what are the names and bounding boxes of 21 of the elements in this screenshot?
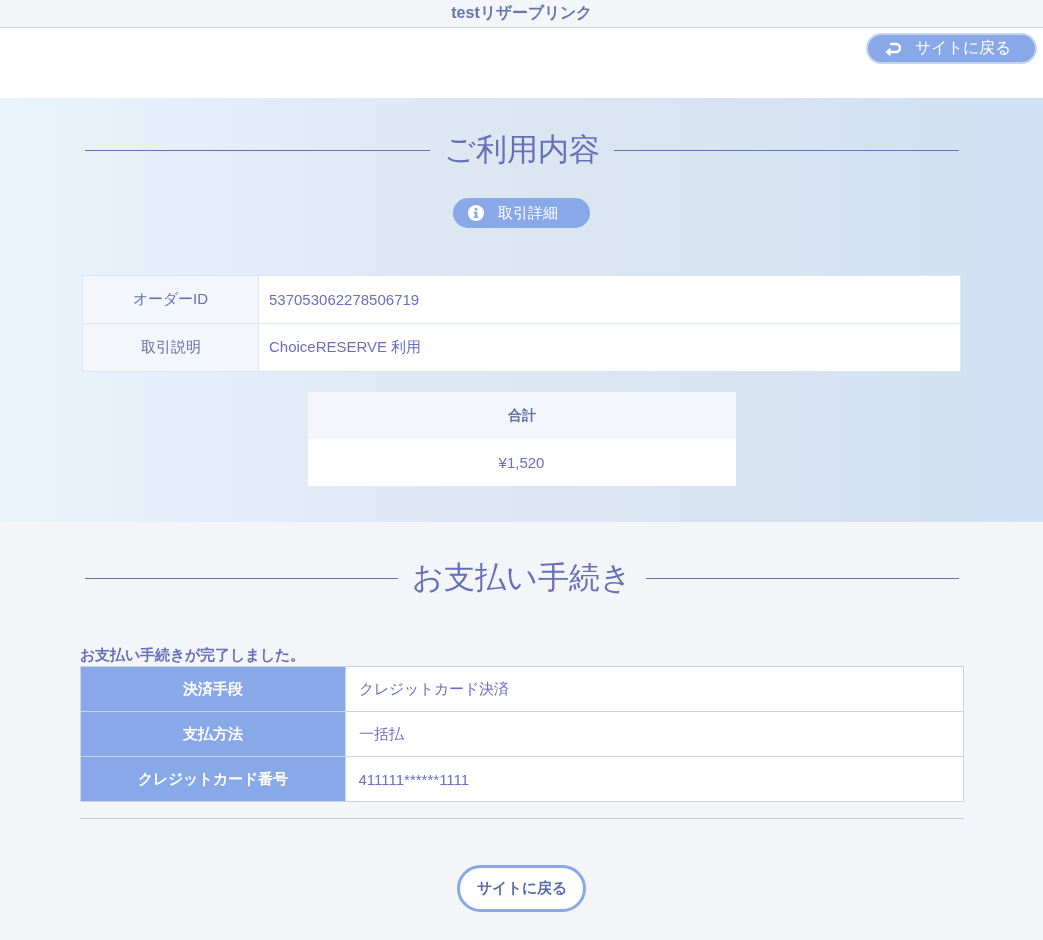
row-value: クレジットカード決済 [345, 667, 963, 712]
section-heading: お支払い手続き [411, 559, 632, 597]
row-value: 一括払 [345, 712, 963, 757]
total-amount: ¥1,520 [307, 439, 736, 486]
row-label: オーダーID [83, 276, 259, 324]
transaction-details-button[interactable]: 取引詳細 [453, 198, 590, 228]
completion-message: お支払い手続きが完了しました。 [79, 645, 306, 665]
info-icon [468, 205, 484, 221]
section-heading: ご利用内容 [443, 131, 600, 169]
back-to-site-button[interactable]: サイトに戻る [866, 33, 1037, 64]
row-label: 決済手段 [80, 667, 346, 712]
row-value: 411111******1111 [357, 769, 471, 790]
return-arrow-icon [885, 40, 901, 57]
row-label: クレジットカード番号 [80, 757, 346, 801]
row-label: 取引説明 [83, 324, 259, 371]
row-value: ChoiceRESERVE 利用 [268, 337, 423, 357]
row-label: 支払方法 [80, 712, 346, 757]
total-label: 合計 [307, 392, 736, 439]
row-value: 537053062278506719 [259, 276, 960, 324]
back-to-site-button[interactable]: サイトに戻る [457, 865, 586, 912]
page-title: testリザーブリンク [451, 3, 592, 23]
